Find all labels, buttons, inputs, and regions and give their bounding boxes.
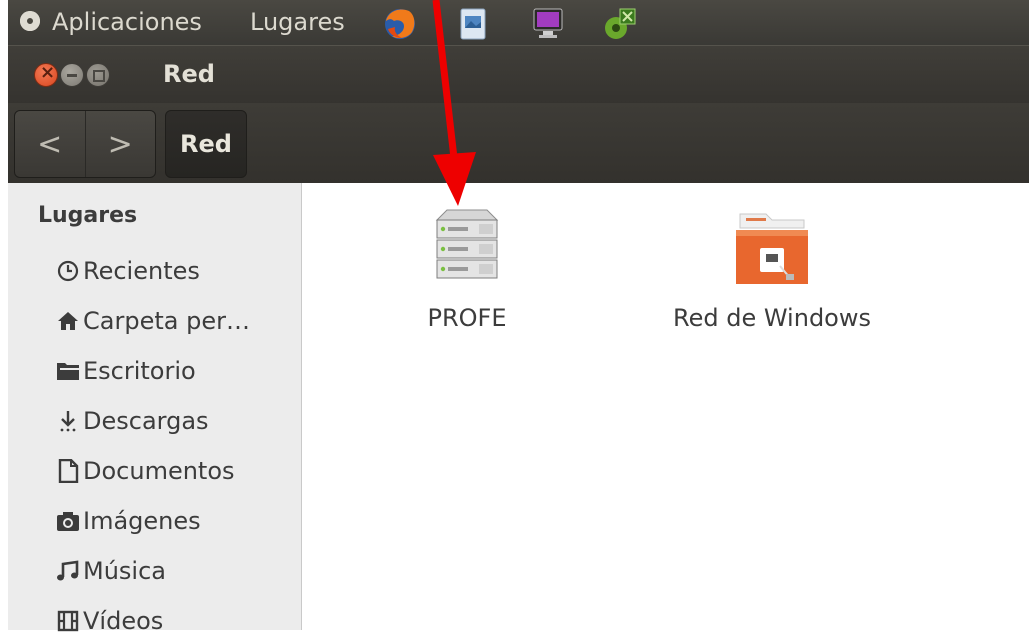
sidebar-item-documentos[interactable]: Documentos: [55, 449, 235, 493]
sidebar-item-label: Carpeta per…: [83, 307, 250, 335]
sidebar-item-escritorio[interactable]: Escritorio: [55, 349, 196, 393]
sidebar-item-label: Vídeos: [83, 607, 164, 635]
close-button[interactable]: [34, 62, 58, 87]
sidebar-item-label: Escritorio: [83, 357, 196, 385]
chevron-left-icon: <: [37, 126, 63, 162]
network-item-red-de-windows[interactable]: Red de Windows: [657, 208, 887, 332]
file-item-label: PROFE: [427, 304, 507, 332]
firefox-icon[interactable]: [382, 5, 418, 41]
camera-icon: [55, 509, 80, 534]
maximize-button[interactable]: [86, 63, 110, 87]
sidebar: Lugares Recientes Carpeta per… Escritori…: [8, 183, 302, 635]
sidebar-heading: Lugares: [38, 203, 138, 228]
music-icon: [55, 559, 80, 584]
path-bar-button[interactable]: Red: [165, 110, 247, 178]
sidebar-item-label: Descargas: [83, 407, 209, 435]
sidebar-item-label: Imágenes: [83, 507, 201, 535]
sidebar-item-label: Documentos: [83, 457, 235, 485]
back-button[interactable]: <: [15, 111, 86, 177]
sidebar-item-recientes[interactable]: Recientes: [55, 249, 200, 293]
sidebar-item-label: Música: [83, 557, 166, 585]
navigation-buttons: < >: [14, 110, 156, 178]
home-icon: [55, 309, 80, 334]
sidebar-item-videos[interactable]: Vídeos: [55, 599, 163, 643]
chevron-right-icon: >: [107, 126, 133, 162]
toolbar: < > Red: [8, 103, 1029, 183]
file-view[interactable]: PROFE Red de Windows: [302, 183, 1029, 630]
sidebar-item-descargas[interactable]: Descargas: [55, 399, 209, 443]
sidebar-item-label: Recientes: [83, 257, 200, 285]
network-item-profe[interactable]: PROFE: [397, 208, 537, 332]
image-viewer-icon[interactable]: [454, 5, 490, 41]
game-icon[interactable]: [603, 5, 639, 41]
network-folder-icon: [736, 213, 808, 284]
server-icon: [435, 209, 499, 279]
applications-menu[interactable]: Aplicaciones: [52, 7, 202, 37]
download-icon: [55, 409, 80, 434]
top-panel: Aplicaciones Lugares: [8, 0, 1029, 45]
sidebar-item-imagenes[interactable]: Imágenes: [55, 499, 201, 543]
clock-icon: [55, 259, 80, 284]
window-title-bar[interactable]: Red: [8, 45, 1029, 104]
sidebar-item-carpeta-personal[interactable]: Carpeta per…: [55, 299, 250, 343]
desktop-folder-icon: [55, 359, 80, 384]
places-menu[interactable]: Lugares: [250, 7, 345, 37]
minimize-button[interactable]: [60, 63, 84, 87]
document-icon: [55, 459, 80, 484]
monitor-icon[interactable]: [530, 5, 566, 41]
forward-button[interactable]: >: [86, 111, 156, 177]
file-item-label: Red de Windows: [673, 304, 871, 332]
sidebar-item-musica[interactable]: Música: [55, 549, 166, 593]
window-title: Red: [163, 60, 215, 88]
ubuntu-logo-icon[interactable]: [20, 11, 40, 31]
